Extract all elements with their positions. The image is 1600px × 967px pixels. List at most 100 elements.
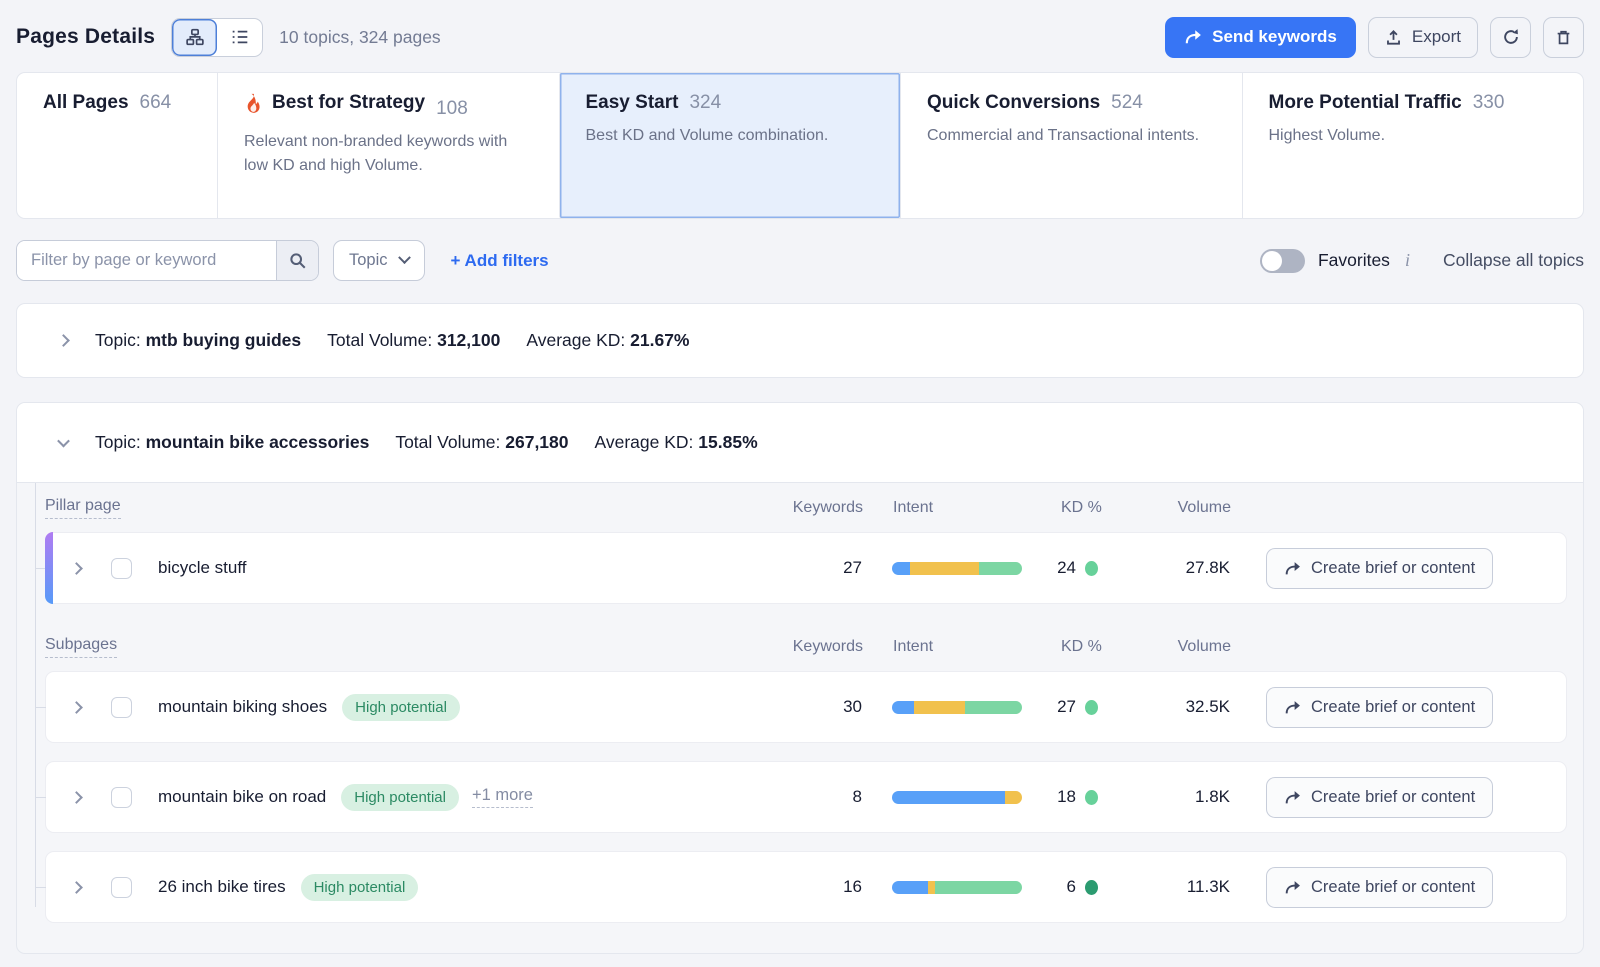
tree-rail bbox=[35, 483, 36, 907]
send-keywords-button[interactable]: Send keywords bbox=[1165, 17, 1356, 58]
chevron-right-icon[interactable] bbox=[57, 334, 70, 347]
tab-best-for-strategy[interactable]: Best for Strategy 108 Relevant non-brand… bbox=[217, 73, 559, 218]
chevron-down-icon bbox=[398, 251, 411, 264]
trash-icon bbox=[1555, 29, 1572, 46]
volume-value: 1.8K bbox=[1140, 787, 1266, 807]
page-type-tabs: All Pages 664 Best for Strategy 108 Rele… bbox=[16, 72, 1584, 219]
favorites-toggle[interactable] bbox=[1260, 249, 1305, 273]
send-arrow-icon bbox=[1284, 879, 1301, 896]
chevron-right-icon[interactable] bbox=[70, 791, 83, 804]
high-potential-badge: High potential bbox=[301, 874, 419, 901]
add-filters-link[interactable]: + Add filters bbox=[451, 251, 549, 271]
create-brief-button[interactable]: Create brief or content bbox=[1266, 687, 1493, 728]
list-view-icon bbox=[231, 28, 249, 46]
list-view-button[interactable] bbox=[217, 19, 262, 56]
keywords-count: 27 bbox=[752, 558, 862, 578]
page-name[interactable]: mountain biking shoes bbox=[158, 697, 327, 717]
topic-average-kd: 21.67% bbox=[630, 330, 689, 350]
export-icon bbox=[1385, 29, 1402, 46]
volume-value: 11.3K bbox=[1140, 877, 1266, 897]
search-icon bbox=[289, 252, 307, 270]
chevron-right-icon[interactable] bbox=[70, 562, 83, 575]
page-title: Pages Details bbox=[16, 25, 155, 49]
kd-dot bbox=[1085, 790, 1098, 805]
volume-value: 27.8K bbox=[1140, 558, 1266, 578]
send-arrow-icon bbox=[1284, 789, 1301, 806]
topic-total-volume: 312,100 bbox=[437, 330, 500, 350]
kd-value: 6 bbox=[1050, 877, 1076, 897]
kd-value: 24 bbox=[1050, 558, 1076, 578]
table-row-subpage: mountain bike on road High potential +1 … bbox=[45, 761, 1567, 833]
refresh-icon bbox=[1502, 28, 1520, 46]
tab-quick-conversions[interactable]: Quick Conversions 524 Commercial and Tra… bbox=[900, 73, 1242, 218]
chevron-right-icon[interactable] bbox=[70, 701, 83, 714]
create-brief-button[interactable]: Create brief or content bbox=[1266, 548, 1493, 589]
chevron-down-icon[interactable] bbox=[57, 435, 70, 448]
kd-dot bbox=[1085, 880, 1098, 895]
keywords-count: 16 bbox=[752, 877, 862, 897]
page-header: Pages Details 10 topics, 324 pages bbox=[0, 0, 1600, 72]
intent-bar bbox=[892, 562, 1022, 575]
table-row-subpage: 26 inch bike tires High potential 16 6 1… bbox=[45, 851, 1567, 923]
search-button[interactable] bbox=[276, 241, 318, 280]
export-button[interactable]: Export bbox=[1368, 17, 1478, 58]
delete-button[interactable] bbox=[1543, 17, 1584, 58]
kd-value: 27 bbox=[1050, 697, 1076, 717]
tree-view-button[interactable] bbox=[172, 19, 217, 56]
kd-dot bbox=[1085, 561, 1098, 576]
high-potential-badge: High potential bbox=[342, 694, 460, 721]
topics-pages-summary: 10 topics, 324 pages bbox=[279, 27, 441, 48]
intent-bar bbox=[892, 701, 1022, 714]
tree-view-icon bbox=[186, 28, 204, 46]
topic-card-mtb-buying-guides: Topic: mtb buying guides Total Volume: 3… bbox=[16, 303, 1584, 378]
send-arrow-icon bbox=[1284, 560, 1301, 577]
collapse-all-topics-link[interactable]: Collapse all topics bbox=[1443, 250, 1584, 271]
tab-more-potential-traffic[interactable]: More Potential Traffic 330 Highest Volum… bbox=[1242, 73, 1584, 218]
tab-easy-start[interactable]: Easy Start 324 Best KD and Volume combin… bbox=[559, 73, 901, 218]
pillar-page-label: Pillar page bbox=[45, 497, 121, 519]
filter-bar: Topic + Add filters Favorites i Collapse… bbox=[16, 240, 1584, 281]
search-box bbox=[16, 240, 319, 281]
topic-card-mountain-bike-accessories: Topic: mountain bike accessories Total V… bbox=[16, 402, 1584, 954]
row-checkbox[interactable] bbox=[111, 558, 132, 579]
kd-dot bbox=[1085, 700, 1098, 715]
topic-filter-dropdown[interactable]: Topic bbox=[333, 240, 425, 281]
keywords-count: 8 bbox=[752, 787, 862, 807]
table-row-subpage: mountain biking shoes High potential 30 … bbox=[45, 671, 1567, 743]
row-checkbox[interactable] bbox=[111, 697, 132, 718]
keywords-count: 30 bbox=[752, 697, 862, 717]
info-icon[interactable]: i bbox=[1403, 250, 1412, 271]
topic-total-volume: 267,180 bbox=[505, 432, 568, 452]
page-name[interactable]: mountain bike on road bbox=[158, 787, 326, 807]
chevron-right-icon[interactable] bbox=[70, 881, 83, 894]
intent-bar bbox=[892, 791, 1022, 804]
intent-bar bbox=[892, 881, 1022, 894]
topic-name: mtb buying guides bbox=[146, 330, 302, 350]
row-checkbox[interactable] bbox=[111, 877, 132, 898]
subpages-column-header: Subpages Keywords Intent KD % Volume bbox=[45, 622, 1567, 671]
topic-average-kd: 15.85% bbox=[698, 432, 757, 452]
flame-icon bbox=[244, 93, 263, 114]
row-checkbox[interactable] bbox=[111, 787, 132, 808]
page-name[interactable]: bicycle stuff bbox=[158, 558, 247, 578]
topic-header[interactable]: Topic: mountain bike accessories Total V… bbox=[17, 403, 1583, 483]
refresh-button[interactable] bbox=[1490, 17, 1531, 58]
subpages-label: Subpages bbox=[45, 636, 117, 658]
tab-all-pages[interactable]: All Pages 664 bbox=[17, 73, 217, 218]
page-name[interactable]: 26 inch bike tires bbox=[158, 877, 286, 897]
create-brief-button[interactable]: Create brief or content bbox=[1266, 777, 1493, 818]
table-row-pillar: bicycle stuff 27 24 27.8K Create brief bbox=[45, 532, 1567, 604]
kd-value: 18 bbox=[1050, 787, 1076, 807]
topic-table: Pillar page Keywords Intent KD % Volume … bbox=[17, 483, 1583, 953]
more-tags-link[interactable]: +1 more bbox=[472, 786, 533, 808]
pillar-column-header: Pillar page Keywords Intent KD % Volume bbox=[45, 483, 1567, 532]
create-brief-button[interactable]: Create brief or content bbox=[1266, 867, 1493, 908]
view-toggle bbox=[171, 18, 263, 57]
send-arrow-icon bbox=[1284, 699, 1301, 716]
favorites-label: Favorites bbox=[1318, 250, 1390, 271]
topic-name: mountain bike accessories bbox=[146, 432, 370, 452]
topic-header[interactable]: Topic: mtb buying guides Total Volume: 3… bbox=[17, 304, 1583, 377]
volume-value: 32.5K bbox=[1140, 697, 1266, 717]
search-input[interactable] bbox=[17, 241, 276, 280]
high-potential-badge: High potential bbox=[341, 784, 459, 811]
